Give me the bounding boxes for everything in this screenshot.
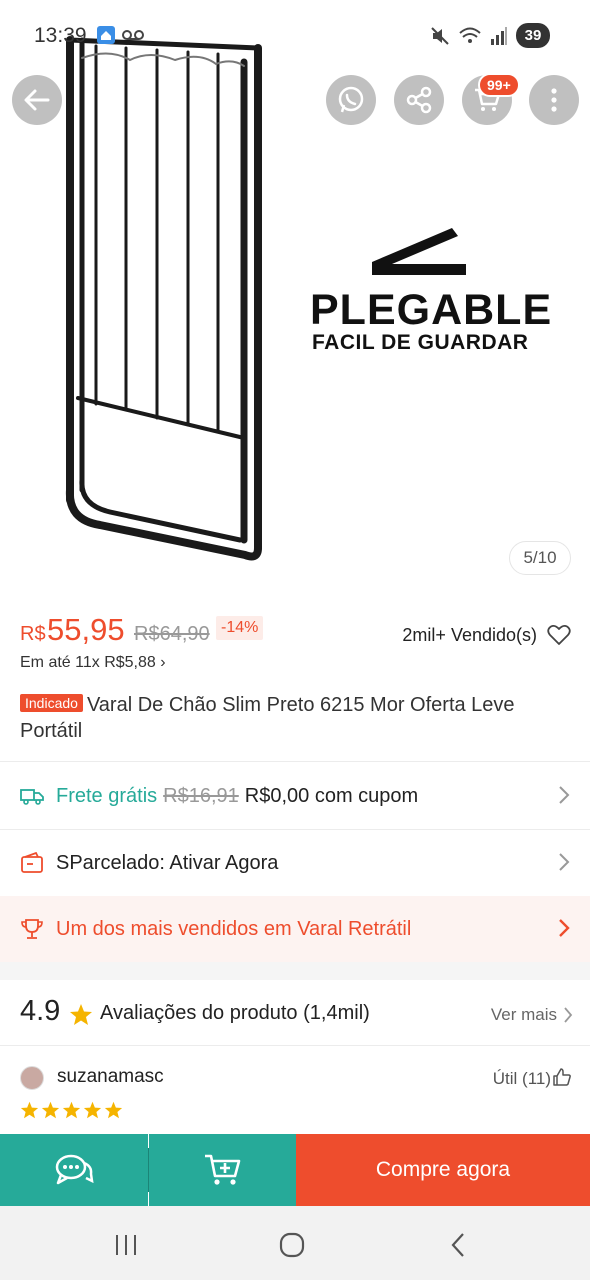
see-more-link[interactable]: Ver mais [491, 1005, 557, 1025]
product-title-text: Varal De Chão Slim Preto 6215 Mor Oferta… [20, 694, 515, 742]
price-currency: R$ [20, 623, 46, 645]
original-price: R$64,90 [134, 623, 210, 645]
bestseller-row[interactable]: Um dos mais vendidos em Varal Retrátil [0, 896, 590, 962]
image-headline: PLEGABLE [310, 286, 553, 334]
chat-icon [55, 1154, 94, 1185]
heart-icon[interactable] [547, 624, 571, 646]
price-row: R$ 55,95 R$64,90 -14% 2mil+ Vendido(s) [20, 612, 575, 652]
star-icon [104, 1101, 123, 1119]
recent-apps-button[interactable] [106, 1230, 146, 1260]
helpful-button[interactable]: Útil (11) [493, 1069, 551, 1089]
chevron-left-icon [451, 1233, 464, 1257]
trophy-icon [20, 916, 46, 942]
arrow-left-icon [24, 89, 50, 111]
divider [0, 1045, 590, 1046]
status-system-icons: 39 [430, 23, 550, 48]
thumbs-up-icon[interactable] [553, 1068, 571, 1086]
share-button[interactable] [394, 75, 444, 125]
wallet-icon [20, 850, 46, 876]
free-shipping-label: Frete grátis [56, 784, 158, 807]
bottom-action-bar: Compre agora [0, 1134, 590, 1206]
mute-icon [431, 26, 449, 45]
star-icon [20, 1101, 39, 1119]
home-notification-icon [97, 26, 115, 44]
status-bar: 13:39 39 [0, 0, 590, 72]
image-counter: 5/10 [509, 541, 571, 575]
voicemail-icon [122, 30, 144, 40]
chevron-right-icon [559, 919, 570, 937]
review-stars [20, 1101, 123, 1119]
home-circle-icon [279, 1232, 305, 1258]
ratings-count: (1,4mil) [303, 1002, 370, 1024]
truck-icon [20, 783, 46, 809]
signal-icon [491, 26, 507, 45]
review-item: suzanamasc Útil (11) [20, 1063, 575, 1123]
add-to-cart-button[interactable] [149, 1134, 296, 1206]
discount-badge: -14% [216, 616, 264, 640]
home-button[interactable] [272, 1230, 312, 1260]
chat-button[interactable] [0, 1134, 148, 1206]
image-subheadline: FACIL DE GUARDAR [312, 331, 529, 354]
back-button[interactable] [12, 75, 62, 125]
section-gap [0, 962, 590, 980]
shipping-new-price: R$0,00 com cupom [244, 784, 419, 807]
ratings-label: Avaliações do produto (1,4mil) [100, 1002, 370, 1024]
star-icon [62, 1101, 81, 1119]
wifi-icon [459, 27, 481, 43]
sparcelado-row[interactable]: SParcelado: Ativar Agora [0, 830, 590, 896]
star-icon [70, 1004, 92, 1025]
star-icon [41, 1101, 60, 1119]
installments-link[interactable]: Em até 11x R$5,88 › [20, 654, 166, 672]
star-icon [83, 1101, 102, 1119]
avatar [20, 1066, 44, 1090]
divider [0, 761, 590, 762]
add-to-cart-icon [204, 1154, 240, 1185]
current-price: 55,95 [47, 612, 125, 647]
system-navigation-bar [0, 1206, 590, 1280]
reviewer-name: suzanamasc [57, 1066, 164, 1087]
rating-score: 4.9 [20, 995, 61, 1027]
battery-indicator: 39 [516, 23, 550, 48]
product-title: Indicado Varal De Chão Slim Preto 6215 Mo… [20, 692, 575, 744]
buy-now-button[interactable]: Compre agora [296, 1134, 590, 1206]
sparcelado-text: SParcelado: Ativar Agora [56, 851, 279, 874]
more-options-button[interactable] [529, 75, 579, 125]
shipping-old-price: R$16,91 [163, 784, 239, 807]
shipping-row[interactable]: Frete grátis R$16,91 R$0,00 com cupom [0, 763, 590, 829]
chevron-right-icon [559, 853, 570, 871]
ratings-header[interactable]: 4.9 Avaliações do produto (1,4mil) Ver m… [20, 995, 575, 1035]
sold-count: 2mil+ Vendido(s) [402, 625, 537, 645]
nav-back-button[interactable] [438, 1230, 478, 1260]
recent-apps-icon [116, 1235, 136, 1255]
whatsapp-icon [338, 86, 364, 113]
indicado-badge: Indicado [20, 694, 83, 712]
more-vertical-icon [551, 88, 557, 112]
cart-count-badge: 99+ [478, 73, 520, 97]
whatsapp-share-button[interactable] [326, 75, 376, 125]
chevron-right-icon [559, 786, 570, 804]
bestseller-text: Um dos mais vendidos em Varal Retrátil [56, 917, 412, 940]
share-icon [406, 86, 432, 114]
status-time: 13:39 [34, 24, 87, 47]
status-notification-icons [96, 25, 144, 45]
chevron-right-icon [564, 1007, 573, 1023]
